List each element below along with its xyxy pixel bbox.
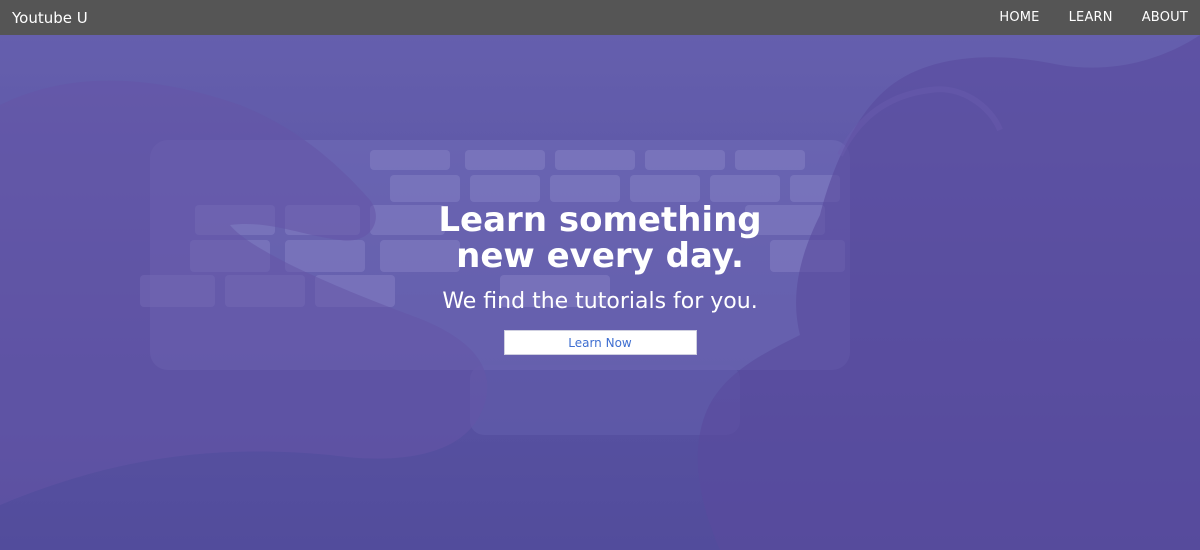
brand-logo[interactable]: Youtube U	[12, 9, 88, 27]
nav-about-link[interactable]: ABOUT	[1113, 10, 1188, 25]
hero-title-line-2: new every day.	[456, 236, 744, 276]
hero-subtitle: We find the tutorials for you.	[442, 289, 758, 314]
hero-title-line-1: Learn something	[438, 200, 762, 240]
nav-menu: HOME LEARN ABOUT	[970, 10, 1188, 25]
nav-home-link[interactable]: HOME	[970, 10, 1039, 25]
hero-content: Learn something new every day. We find t…	[0, 35, 1200, 550]
hero-title: Learn something new every day.	[390, 202, 810, 274]
nav-learn-link[interactable]: LEARN	[1040, 10, 1113, 25]
hero-section: Learn something new every day. We find t…	[0, 35, 1200, 550]
top-navbar: Youtube U HOME LEARN ABOUT	[0, 0, 1200, 35]
learn-now-button[interactable]: Learn Now	[503, 330, 697, 355]
